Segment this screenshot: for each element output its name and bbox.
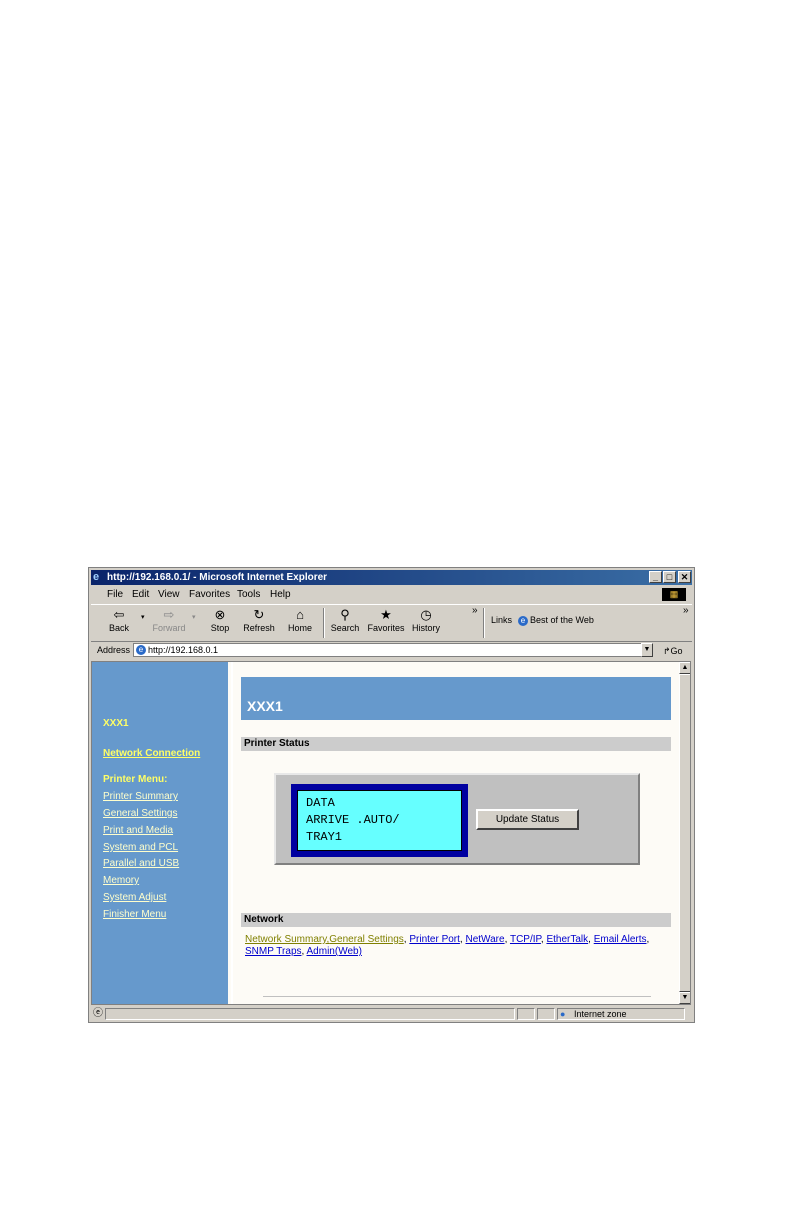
toolbar-chevron[interactable]: » bbox=[472, 605, 478, 616]
sidebar-printer-menu-heading: Printer Menu: bbox=[103, 774, 168, 785]
status-pane bbox=[537, 1008, 555, 1020]
title-bar: e http://192.168.0.1/ - Microsoft Intern… bbox=[91, 570, 692, 585]
history-button[interactable]: ◷ History bbox=[406, 607, 446, 633]
status-bar: ⓔ ● Internet zone bbox=[91, 1007, 692, 1021]
sidebar-item-system-and-pcl[interactable]: System and PCL bbox=[103, 842, 178, 853]
page-title-banner: XXX1 bbox=[241, 677, 671, 720]
sidebar-item-general-settings[interactable]: General Settings bbox=[103, 808, 178, 819]
go-arrow-icon: ↱ bbox=[663, 646, 671, 656]
refresh-icon: ↻ bbox=[253, 607, 265, 622]
sidebar-item-memory[interactable]: Memory bbox=[103, 875, 139, 886]
ie-logo-icon: e bbox=[93, 571, 100, 583]
menu-help[interactable]: Help bbox=[270, 586, 291, 603]
sidebar-item-parallel-and-usb[interactable]: Parallel and USB bbox=[103, 858, 179, 869]
sidebar: XXX1 Network Connection Printer Menu: Pr… bbox=[92, 662, 231, 1004]
address-bar: Address e http://192.168.0.1 ▼ ↱Go bbox=[91, 641, 692, 659]
scroll-down-icon[interactable]: ▼ bbox=[679, 992, 690, 1004]
close-button[interactable]: ✕ bbox=[678, 571, 691, 583]
menu-bar: File Edit View Favorites Tools Help ▦ bbox=[91, 586, 692, 603]
vertical-scrollbar[interactable]: ▲ ▼ bbox=[679, 662, 690, 1004]
page-content: XXX1 Network Connection Printer Menu: Pr… bbox=[91, 661, 691, 1005]
lcd-line: TRAY1 bbox=[306, 830, 343, 844]
sidebar-item-printer-summary[interactable]: Printer Summary bbox=[103, 791, 178, 802]
links-bar: Links e Best of the Web bbox=[491, 615, 594, 626]
printer-status-heading: Printer Status bbox=[241, 737, 671, 751]
search-button[interactable]: ⚲ Search bbox=[325, 607, 365, 633]
history-icon: ◷ bbox=[420, 607, 432, 622]
update-status-button[interactable]: Update Status bbox=[476, 809, 579, 830]
arrow-left-icon: ⇦ bbox=[113, 607, 125, 622]
link-tcpip[interactable]: TCP/IP bbox=[510, 934, 541, 945]
main-panel: XXX1 Printer Status DATA ARRIVE .AUTO/ T… bbox=[233, 662, 679, 1004]
scroll-up-icon[interactable]: ▲ bbox=[679, 662, 690, 674]
scroll-thumb[interactable] bbox=[679, 674, 690, 992]
maximize-button[interactable]: □ bbox=[663, 571, 676, 583]
links-label: Links bbox=[491, 615, 513, 625]
back-dropdown-icon[interactable]: ▾ bbox=[141, 613, 145, 621]
zone-label: Internet zone bbox=[574, 1009, 627, 1019]
menu-view[interactable]: View bbox=[158, 586, 180, 603]
windows-logo-icon: ▦ bbox=[662, 588, 686, 601]
toolbar: ⇦ Back ▾ ⇨ Forward ▾ ⊗ Stop ↻ Refresh ⌂ … bbox=[91, 604, 692, 642]
sidebar-network-connection[interactable]: Network Connection bbox=[103, 748, 200, 759]
browser-window: e http://192.168.0.1/ - Microsoft Intern… bbox=[88, 567, 695, 1023]
sidebar-item-system-adjust[interactable]: System Adjust bbox=[103, 892, 166, 903]
lcd-line: DATA bbox=[306, 796, 335, 810]
address-url: http://192.168.0.1 bbox=[148, 645, 219, 655]
link-general-settings[interactable]: General Settings bbox=[329, 934, 404, 945]
menu-tools[interactable]: Tools bbox=[237, 586, 260, 603]
forward-button[interactable]: ⇨ Forward bbox=[149, 607, 189, 633]
minimize-button[interactable]: _ bbox=[649, 571, 662, 583]
link-email-alerts[interactable]: Email Alerts bbox=[594, 934, 647, 945]
link-ethertalk[interactable]: EtherTalk bbox=[546, 934, 588, 945]
window-title: http://192.168.0.1/ - Microsoft Internet… bbox=[107, 572, 328, 583]
back-button[interactable]: ⇦ Back bbox=[99, 607, 139, 633]
arrow-right-icon: ⇨ bbox=[163, 607, 175, 622]
ie-logo-icon: e bbox=[136, 645, 146, 655]
address-dropdown-icon[interactable]: ▼ bbox=[641, 643, 653, 657]
search-icon: ⚲ bbox=[340, 607, 350, 622]
status-text-pane bbox=[105, 1008, 515, 1020]
stop-button[interactable]: ⊗ Stop bbox=[200, 607, 240, 633]
lcd-line: ARRIVE .AUTO/ bbox=[306, 813, 400, 827]
ie-logo-icon: ⓔ bbox=[93, 1008, 103, 1019]
address-input[interactable]: e http://192.168.0.1 bbox=[133, 643, 653, 657]
stop-icon: ⊗ bbox=[214, 607, 226, 622]
refresh-button[interactable]: ↻ Refresh bbox=[239, 607, 279, 633]
link-netware[interactable]: NetWare bbox=[465, 934, 504, 945]
menu-file[interactable]: File bbox=[107, 586, 123, 603]
divider bbox=[263, 996, 651, 997]
favorites-button[interactable]: ★ Favorites bbox=[366, 607, 406, 633]
network-links: Network Summary,General Settings, Printe… bbox=[245, 934, 650, 957]
toolbar-separator bbox=[483, 608, 485, 638]
links-chevron[interactable]: » bbox=[683, 605, 689, 616]
link-network-summary[interactable]: Network Summary bbox=[245, 934, 327, 945]
link-snmp-traps[interactable]: SNMP Traps bbox=[245, 946, 302, 957]
sidebar-device-name: XXX1 bbox=[103, 718, 129, 729]
lcd-display: DATA ARRIVE .AUTO/ TRAY1 bbox=[297, 790, 462, 851]
printer-status-panel: DATA ARRIVE .AUTO/ TRAY1 Update Status bbox=[274, 773, 640, 865]
menu-favorites[interactable]: Favorites bbox=[189, 586, 230, 603]
favorites-icon: ★ bbox=[380, 607, 392, 622]
address-label: Address bbox=[97, 645, 131, 655]
home-button[interactable]: ⌂ Home bbox=[280, 607, 320, 633]
sidebar-item-print-and-media[interactable]: Print and Media bbox=[103, 825, 173, 836]
status-pane bbox=[517, 1008, 535, 1020]
link-admin-web[interactable]: Admin(Web) bbox=[307, 946, 362, 957]
home-icon: ⌂ bbox=[296, 607, 304, 622]
sidebar-item-finisher-menu[interactable]: Finisher Menu bbox=[103, 909, 166, 920]
best-of-web-link[interactable]: Best of the Web bbox=[530, 615, 594, 625]
menu-edit[interactable]: Edit bbox=[132, 586, 149, 603]
link-printer-port[interactable]: Printer Port bbox=[409, 934, 460, 945]
forward-dropdown-icon[interactable]: ▾ bbox=[192, 613, 196, 621]
globe-icon: ● bbox=[560, 1009, 566, 1019]
network-heading: Network bbox=[241, 913, 671, 927]
ie-logo-icon: e bbox=[518, 615, 529, 626]
lcd-frame: DATA ARRIVE .AUTO/ TRAY1 bbox=[291, 784, 468, 857]
zone-pane: ● Internet zone bbox=[557, 1008, 685, 1020]
go-button[interactable]: ↱Go bbox=[663, 642, 683, 660]
